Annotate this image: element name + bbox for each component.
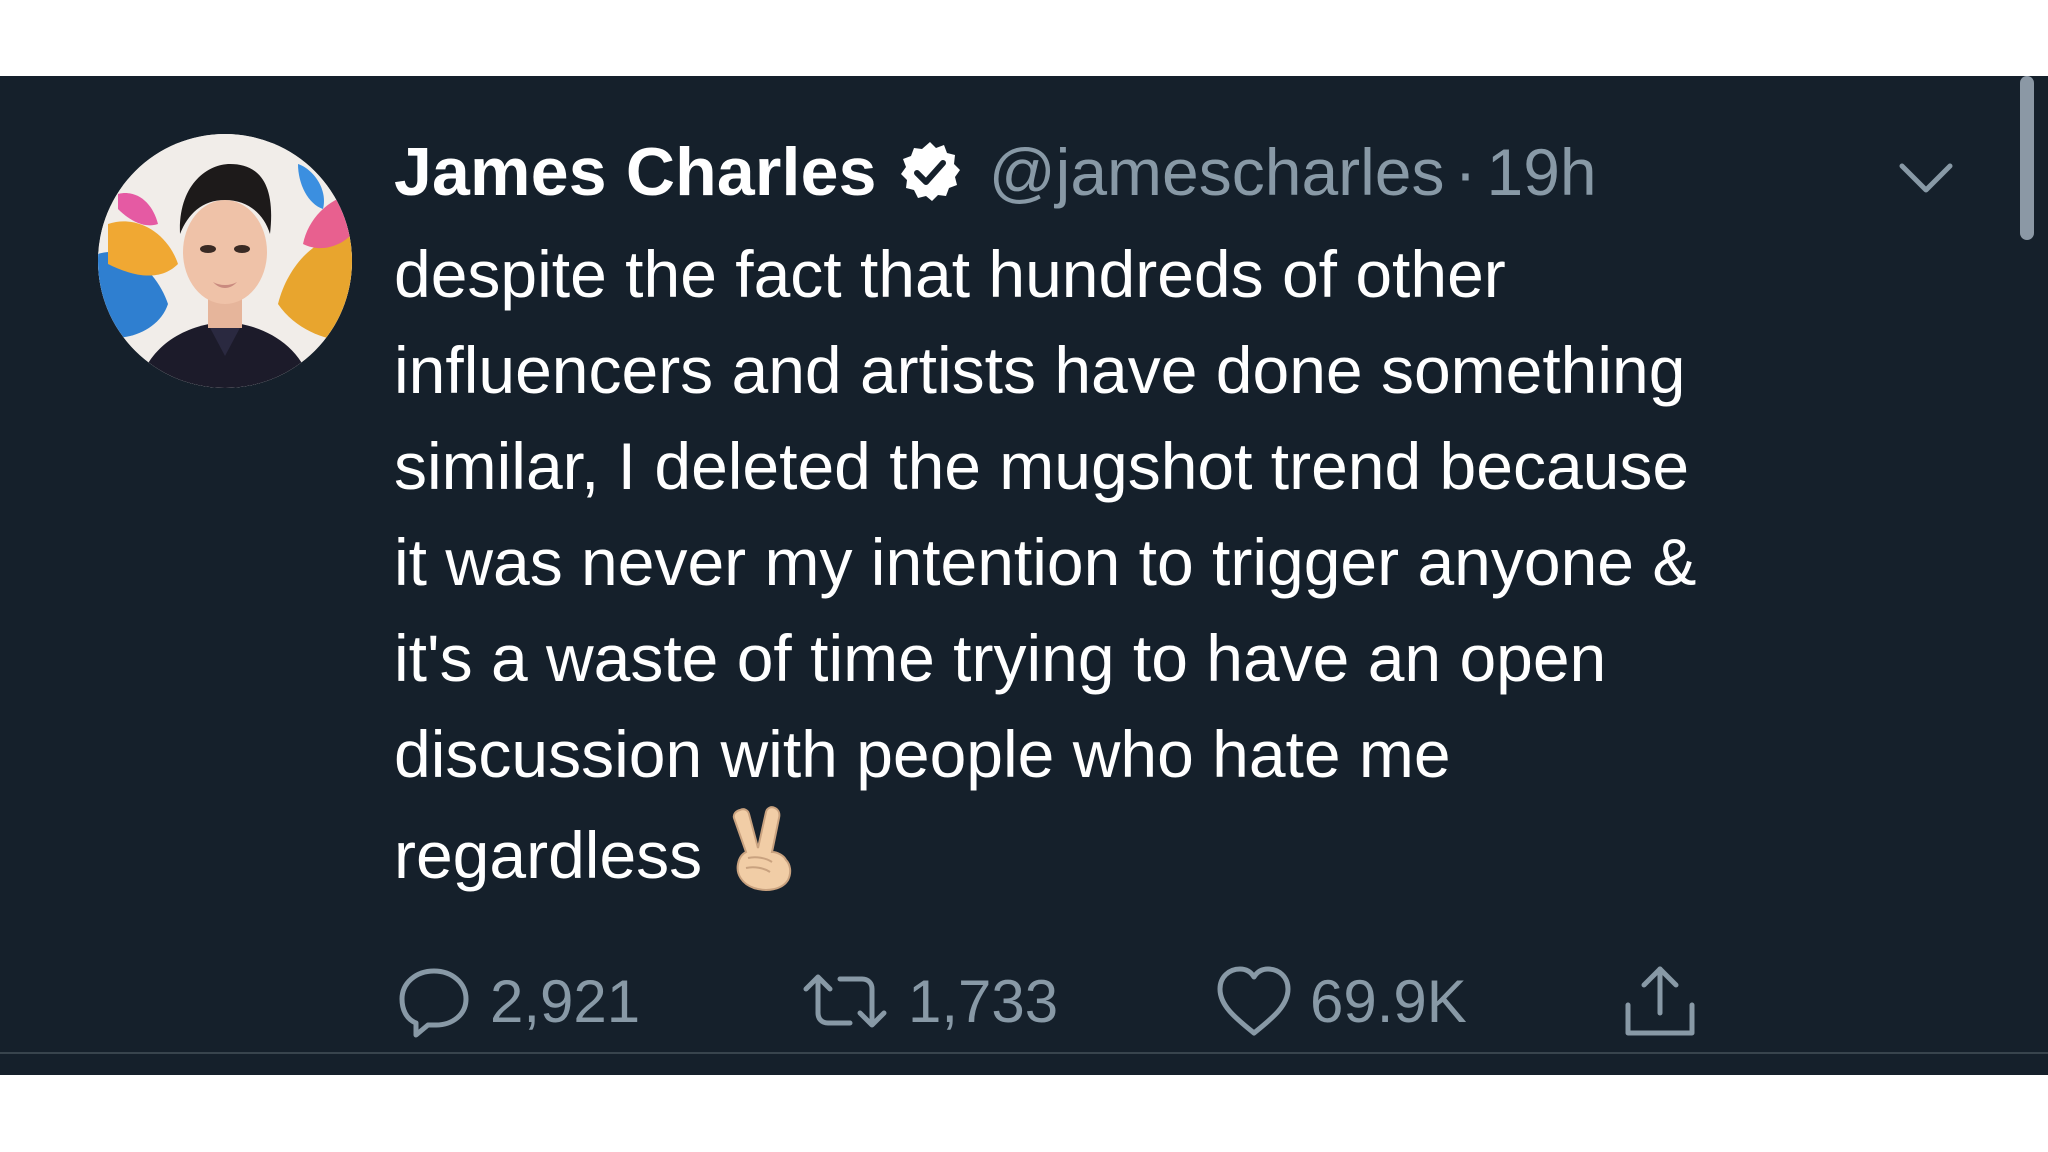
tweet-text-line: it's a waste of time trying to have an o…	[394, 621, 1607, 695]
display-name[interactable]: James Charles	[394, 133, 877, 211]
share-button[interactable]	[1620, 956, 1700, 1046]
verified-badge-icon	[900, 142, 960, 201]
tweet-text-line: similar, I deleted the mugshot trend bec…	[394, 429, 1690, 503]
handle[interactable]: @jamescharles	[989, 134, 1445, 210]
like-button[interactable]: 69.9K	[1214, 956, 1467, 1046]
tweet-card[interactable]: James Charles @jamescharles · 19h despit…	[0, 76, 2048, 1075]
reply-button[interactable]: 2,921	[394, 956, 640, 1046]
tweet-text-line: discussion with people who hate me	[394, 717, 1451, 791]
separator-dot: ·	[1454, 135, 1477, 209]
retweet-button[interactable]: 1,733	[798, 956, 1058, 1046]
tweet-text-line: it was never my intention to trigger any…	[394, 525, 1697, 599]
tweet-actions: 2,921 1,733 69.9K	[394, 956, 1794, 1046]
reply-count: 2,921	[490, 967, 641, 1035]
timestamp[interactable]: 19h	[1486, 134, 1596, 210]
retweet-count: 1,733	[908, 967, 1059, 1035]
like-count: 69.9K	[1310, 967, 1467, 1035]
tweet-text-last-line: regardless	[394, 802, 1954, 903]
tweet-header: James Charles @jamescharles · 19h	[394, 122, 1597, 222]
tweet-text-line: influencers and artists have done someth…	[394, 333, 1686, 407]
chevron-down-icon[interactable]	[1896, 148, 1956, 208]
reply-icon	[399, 968, 469, 1038]
heart-icon	[1217, 966, 1291, 1036]
victory-hand-icon	[732, 806, 792, 891]
avatar[interactable]	[98, 134, 352, 388]
retweet-icon	[803, 974, 887, 1028]
tweet-text-line: regardless	[394, 818, 703, 892]
avatar-image	[98, 134, 352, 388]
divider	[0, 1052, 2048, 1054]
share-icon	[1625, 966, 1695, 1036]
tweet-text-line: despite the fact that hundreds of other	[394, 237, 1506, 311]
scrollbar-thumb[interactable]	[2020, 76, 2034, 240]
tweet-text: despite the fact that hundreds of other …	[394, 226, 1954, 903]
